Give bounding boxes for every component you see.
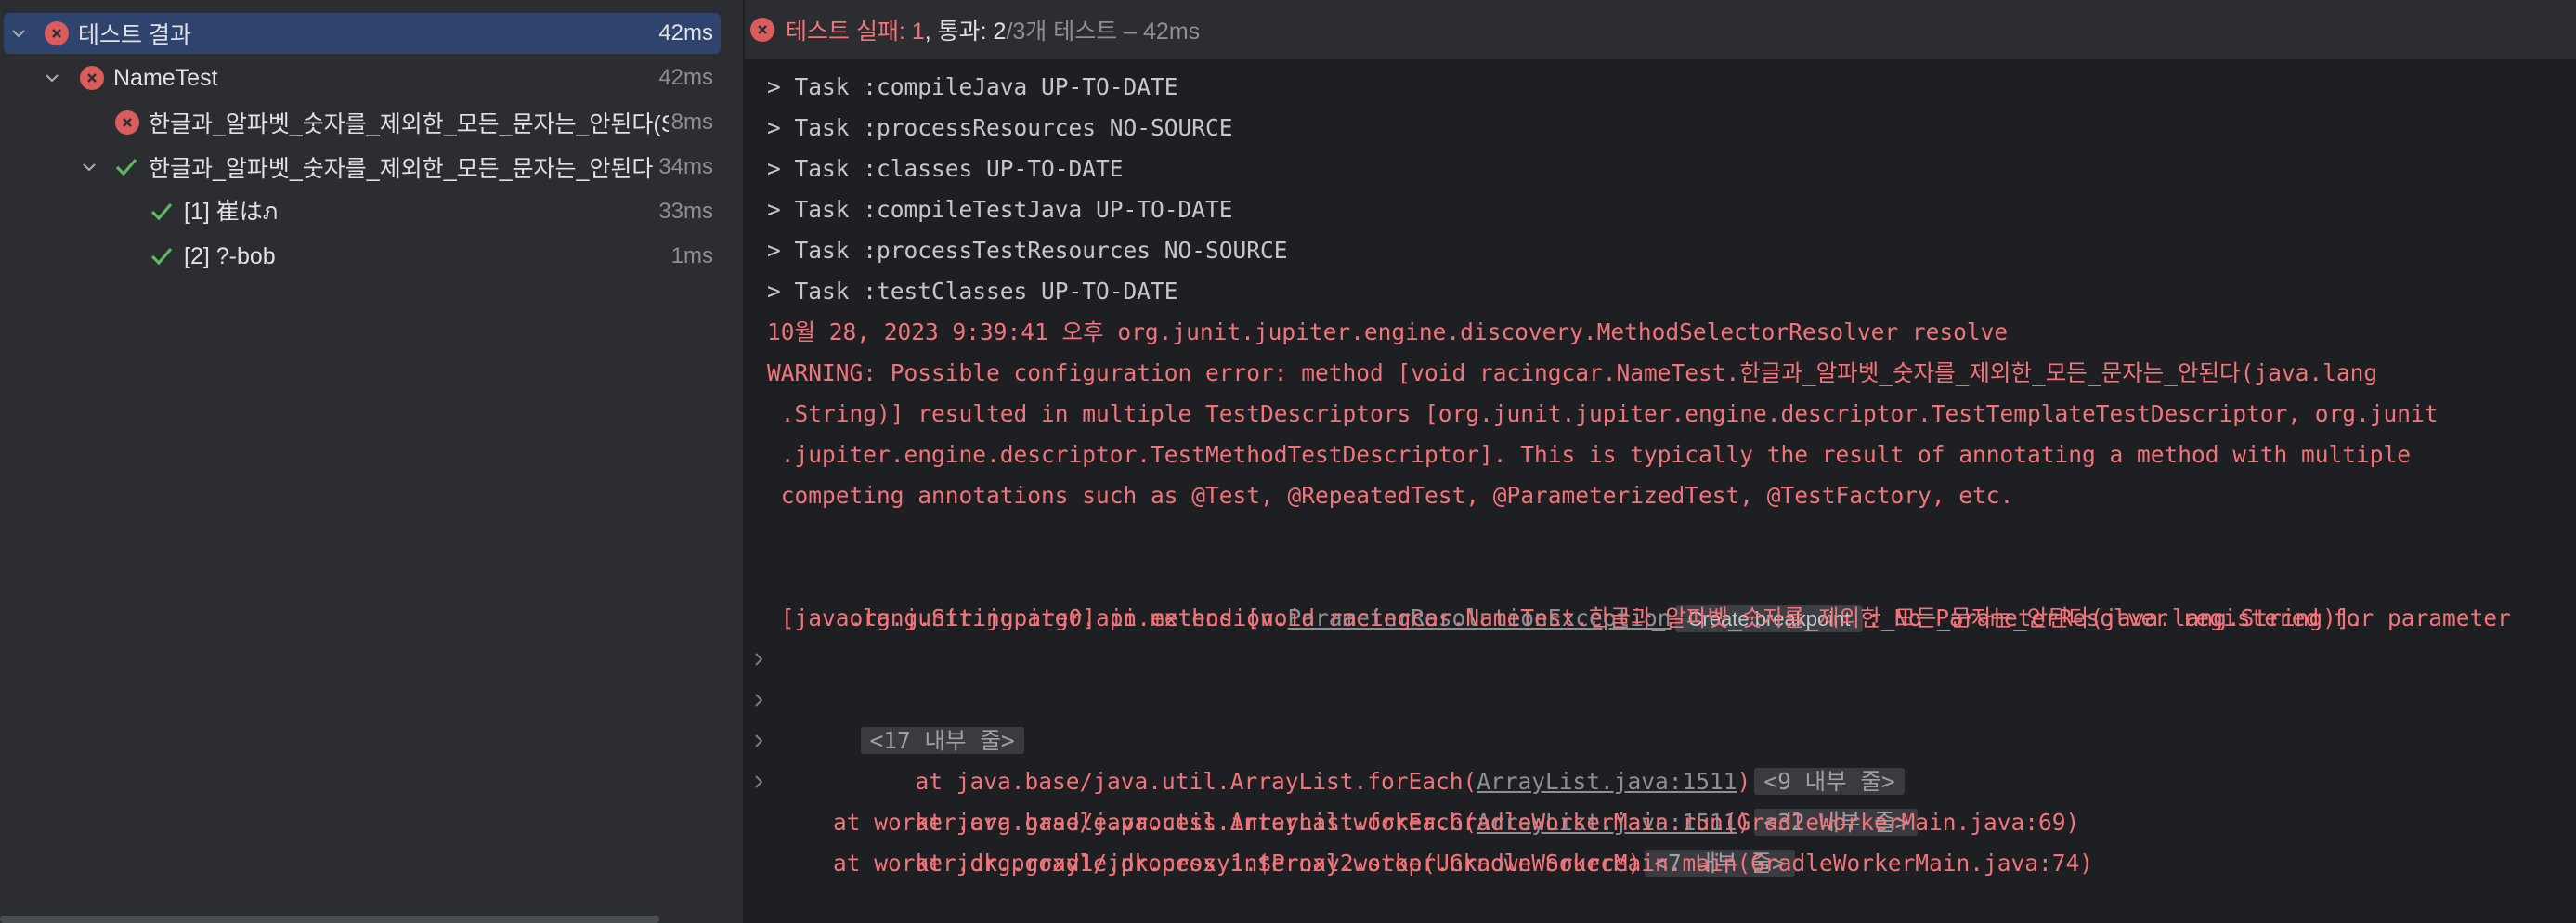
tree-param-duration: 33ms xyxy=(658,199,713,224)
tree-param-label: [2] ?-bob xyxy=(184,242,276,269)
stack-frame-line: at worker.org.gradle.process.internal.wo… xyxy=(778,809,2080,836)
chevron-down-icon[interactable] xyxy=(80,158,98,176)
horizontal-scrollbar[interactable] xyxy=(0,916,659,923)
tree-row-class[interactable]: NameTest 42ms xyxy=(4,58,721,98)
chevron-down-icon[interactable] xyxy=(43,69,61,87)
test-tree-panel: 테스트 결과 42ms NameTest 42ms 한글과_알파벳_숫자를_제외… xyxy=(0,0,743,923)
status-total: /3개 테스트 – 42ms xyxy=(1006,19,1201,45)
tree-row-root[interactable]: 테스트 결과 42ms xyxy=(4,13,721,54)
chevron-down-icon[interactable] xyxy=(9,24,28,43)
failed-icon xyxy=(45,21,69,46)
status-failed-count: 테스트 실패: 1 xyxy=(786,19,925,45)
tree-method-label: 한글과_알파벳_숫자를_제외한_모든_문자는_안된다 xyxy=(149,156,654,182)
console-line: > Task :classes UP-TO-DATE xyxy=(767,155,1124,182)
tree-param-duration: 1ms xyxy=(670,243,713,268)
console-error-line: WARNING: Possible configuration error: m… xyxy=(767,359,2378,386)
tree-method-label: 한글과_알파벳_숫자를_제외한_모든_문자는_안된다(St xyxy=(149,111,669,137)
chevron-right-icon[interactable] xyxy=(750,733,767,749)
console-error-line: [java.lang.String arg0] in method [void … xyxy=(767,604,2364,631)
console-error-line: 10월 28, 2023 9:39:41 오후 org.junit.jupite… xyxy=(767,318,2009,345)
stack-frame-row[interactable]: at java.base/java.util.ArrayList.forEach… xyxy=(745,721,1919,836)
stack-frame-line: at worker.org.gradle.process.internal.wo… xyxy=(778,850,2094,877)
console-line: > Task :compileJava UP-TO-DATE xyxy=(767,73,1178,100)
tree-root-label: 테스트 결과 xyxy=(78,22,191,48)
chevron-right-icon[interactable] xyxy=(750,774,767,790)
console-line: > Task :testClasses UP-TO-DATE xyxy=(767,278,1178,305)
console-error-line: .jupiter.engine.descriptor.TestMethodTes… xyxy=(767,441,2412,468)
tree-param-label: [1] 崔はภ xyxy=(184,199,279,225)
console-error-line: competing annotations such as @Test, @Re… xyxy=(767,482,2014,509)
tree-row-method-passed[interactable]: 한글과_알파벳_숫자를_제외한_모든_문자는_안된다 34ms xyxy=(4,147,721,188)
chevron-right-icon[interactable] xyxy=(750,692,767,708)
folded-lines-row[interactable]: <17 내부 줄> xyxy=(745,639,1024,754)
tree-class-duration: 42ms xyxy=(658,65,713,90)
tree-class-label: NameTest xyxy=(113,64,218,91)
console-error-line: .String)] resulted in multiple TestDescr… xyxy=(767,400,2439,427)
check-icon xyxy=(150,202,173,221)
tree-row-method-failed[interactable]: 한글과_알파벳_숫자를_제외한_모든_문자는_안된다(St 8ms xyxy=(4,102,721,143)
status-passed-count: , 통과: 2 xyxy=(924,19,1007,45)
console-line: > Task :compileTestJava UP-TO-DATE xyxy=(767,196,1233,223)
chevron-right-icon[interactable] xyxy=(750,651,767,668)
console-panel: 테스트 실패: 1 , 통과: 2 /3개 테스트 – 42ms > Task … xyxy=(745,0,2576,923)
check-icon xyxy=(150,247,173,266)
tree-root-duration: 42ms xyxy=(658,20,713,46)
test-status-bar: 테스트 실패: 1 , 통과: 2 /3개 테스트 – 42ms xyxy=(745,0,2576,60)
tree-row-param[interactable]: [1] 崔はภ 33ms xyxy=(4,191,721,232)
check-icon xyxy=(115,158,137,176)
console-line: > Task :processTestResources NO-SOURCE xyxy=(767,237,1288,264)
stack-frame-row[interactable]: at java.base/java.util.ArrayList.forEach… xyxy=(745,680,1905,795)
failed-icon xyxy=(750,18,774,42)
failed-icon xyxy=(80,66,104,90)
tree-method-duration: 34ms xyxy=(658,154,713,179)
tree-row-param[interactable]: [2] ?-bob 1ms xyxy=(4,236,721,277)
console-line: > Task :processResources NO-SOURCE xyxy=(767,114,1233,141)
failed-icon xyxy=(115,110,139,135)
tree-method-duration: 8ms xyxy=(670,110,713,135)
console-exception-line: org.junit.jupiter.api.extension.Paramete… xyxy=(767,557,2511,632)
stack-frame-row[interactable]: at jdk.proxy1/jdk.proxy1.$Proxy2.stop(Un… xyxy=(745,761,1795,877)
